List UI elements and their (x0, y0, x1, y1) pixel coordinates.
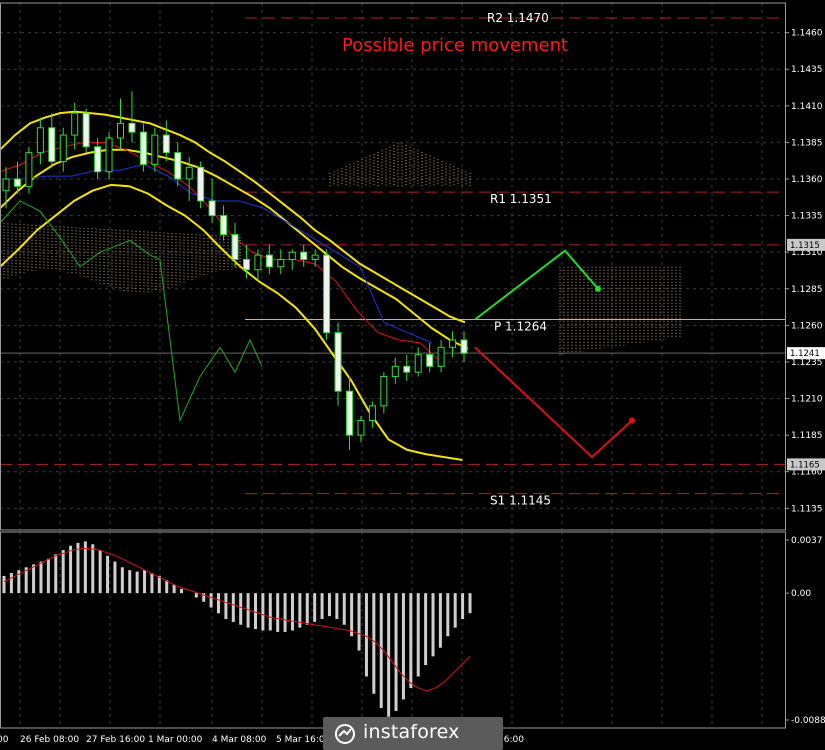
time-tick-label: 00 (0, 735, 9, 745)
price-tag-label: 1.1165 (790, 460, 820, 470)
chart-title: Possible price movement (342, 35, 568, 56)
candle-body (71, 112, 79, 136)
instaforex-brand-text: instaforex (363, 721, 460, 743)
candle-body (2, 178, 10, 192)
candle-body (437, 346, 445, 367)
bearish-forecast-arrow (474, 346, 633, 459)
macd-panel: 0.0037 0.00 -0.00883 (2, 536, 825, 726)
candle-body (162, 134, 170, 154)
macd-tick-label: -0.00883 (791, 716, 825, 726)
candle-body (220, 215, 228, 236)
macd-tick-label: 0.00 (791, 589, 811, 599)
candle-body (380, 376, 388, 407)
candle-body (277, 258, 285, 268)
pivot-levels: R2 1.1470 R1 1.1351 P 1.1264 S1 1.1145 (0, 11, 785, 508)
candle-body (300, 251, 308, 260)
time-tick-label: 27 Feb 16:00 (86, 735, 145, 745)
candle-body (231, 234, 239, 260)
candle-body (105, 137, 113, 173)
price-tick-label: 1.1410 (791, 102, 823, 112)
candle-body (357, 419, 365, 436)
candle-body (82, 112, 90, 148)
candle-body (311, 254, 319, 260)
price-chart: R2 1.1470 R1 1.1351 P 1.1264 S1 1.1145 0.00… (0, 2, 825, 745)
tenkan-line (0, 141, 442, 363)
macd-signal-line (3, 548, 471, 692)
candle-body (25, 152, 33, 187)
ichimoku-lines (0, 141, 442, 423)
price-tick-label: 1.1285 (791, 285, 823, 295)
candle-body (254, 254, 262, 271)
price-tick-label: 1.1185 (791, 431, 823, 441)
bollinger-bands (0, 110, 469, 461)
candle-body (59, 134, 67, 162)
price-tick-label: 1.1135 (791, 504, 823, 514)
bollinger-lower-line (0, 183, 463, 461)
macd-panel-frame (0, 531, 786, 729)
candle-body (368, 405, 376, 421)
candle-body (460, 339, 468, 354)
candle-body (174, 152, 182, 180)
candle-body (128, 122, 136, 133)
price-panel-frame (0, 2, 786, 531)
price-tick-label: 1.1210 (791, 395, 823, 405)
price-tick-label: 1.1460 (791, 29, 823, 39)
bollinger-upper-line (0, 110, 466, 324)
level-R1-label: R1 1.1351 (490, 192, 552, 206)
instaforex-watermark: instaforex (323, 717, 503, 750)
candle-body (414, 354, 422, 373)
candle-body (346, 390, 353, 436)
candle-body (323, 254, 331, 334)
candle-body (13, 178, 21, 187)
forecast-arrows (474, 249, 635, 459)
candle-body (185, 166, 193, 180)
level-S1-label: S1 1.1145 (490, 494, 551, 508)
candle-body (197, 166, 205, 202)
candle-body (288, 251, 296, 260)
candle-body (36, 127, 44, 154)
candle-body (151, 134, 159, 165)
price-tick-label: 1.1435 (791, 65, 823, 75)
candle-body (208, 200, 216, 217)
instaforex-logo-icon (335, 724, 355, 744)
time-tick-label: 4 Mar 08:00 (212, 735, 267, 745)
candle-body (403, 365, 411, 373)
price-tick-label: 1.1360 (791, 175, 823, 185)
candle-body (449, 339, 457, 348)
price-tick-label: 1.1235 (791, 358, 823, 368)
grid-lines (0, 3, 785, 728)
bullish-forecast-arrow-head (595, 285, 601, 292)
candle-body (426, 354, 434, 367)
price-tag-label: 1.1315 (790, 241, 820, 251)
price-tick-label: 1.1260 (791, 321, 823, 331)
candle-body (94, 146, 102, 173)
candle-body (242, 258, 250, 271)
bearish-forecast-arrow-head (629, 417, 635, 424)
candle-body (334, 332, 342, 392)
candle-body (48, 127, 56, 162)
candle-body (391, 365, 399, 378)
candle-body (265, 254, 273, 268)
time-tick-label: 26 Feb 08:00 (20, 735, 79, 745)
candle-body (139, 131, 147, 165)
level-R2-label: R2 1.1470 (487, 11, 549, 25)
price-tag-label: 1.1241 (790, 349, 820, 359)
level-P-label: P 1.1264 (494, 319, 547, 333)
price-tick-label: 1.1385 (791, 138, 823, 148)
time-tick-label: 1 Mar 00:00 (148, 735, 203, 745)
candle-body (117, 122, 124, 139)
price-tick-label: 1.1335 (791, 212, 823, 222)
macd-tick-label: 0.0037 (791, 536, 823, 546)
